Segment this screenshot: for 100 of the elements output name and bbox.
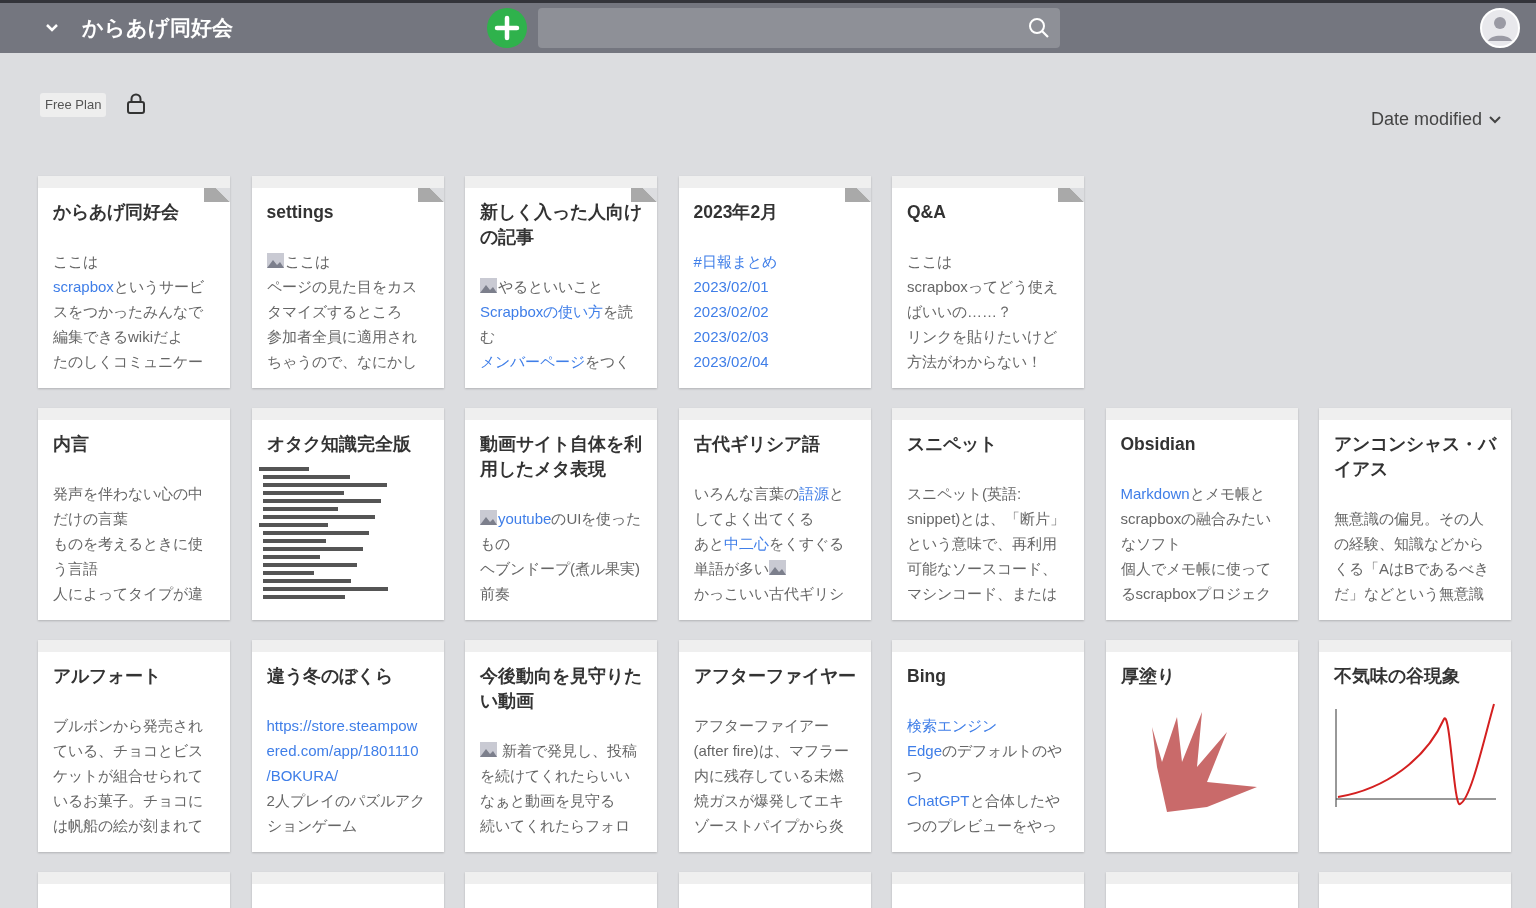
- page-card[interactable]: アンコンシャス・バイアス 無意識の偏見。その人 の経験、知識などから くる「AはBであるべき だ」などという無意識: [1319, 408, 1511, 620]
- preview-text: という意味で、再利用: [907, 535, 1057, 552]
- page-link[interactable]: /BOKURA/: [266, 767, 339, 784]
- preview-text: は帆船の絵が刻まれて: [53, 817, 203, 834]
- page-card[interactable]: 2023年2月 #日報まとめ 2023/02/01 2023/02/02 2023/02/03 2023/02/04: [678, 176, 871, 388]
- preview-text: の経験、知識などから: [1334, 535, 1484, 552]
- page-card[interactable]: オタク知識完全版: [251, 408, 444, 620]
- preview-text: たのしくコミュニケー: [53, 353, 203, 370]
- page-link[interactable]: ChatGPT: [907, 792, 970, 809]
- page-card[interactable]: 内言 発声を伴わない心の中 だけの言葉 ものを考えるときに使 う言語 人によってタイプが違: [38, 408, 230, 620]
- preview-text: 無意識の偏見。その人: [1334, 510, 1484, 527]
- page-card[interactable]: アフターファイヤー アフターファイアー (after fire)は、マフラー 内に残存している未燃 焼ガスが爆発してエキ ゾーストパイプから炎: [678, 640, 871, 852]
- page-link[interactable]: Edge: [907, 742, 943, 759]
- preview-text: ここは: [284, 253, 330, 270]
- new-page-button[interactable]: [487, 8, 527, 48]
- page-link[interactable]: メンバーページ: [480, 353, 585, 370]
- preview-text: スニペット(英語:: [907, 485, 1022, 502]
- preview-text: ヘブンドープ(煮ル果実): [480, 560, 640, 577]
- thumbnail-image: [266, 253, 284, 268]
- card-title: Q&A: [907, 201, 947, 224]
- page-card[interactable]: 動画サイト自体を利用したメタ表現 youtubeのUIを使った もの ヘブンドープ(煮ル果実) 前奏: [465, 408, 657, 620]
- user-avatar[interactable]: [1480, 8, 1520, 48]
- page-card[interactable]: Bing 検索エンジン Edgeのデフォルトのや つ ChatGPTと合体したや つのプレビューをやっ: [892, 640, 1084, 852]
- preview-text: ばいいの……？: [907, 303, 1012, 320]
- card-title: からあげ同好会: [53, 201, 180, 224]
- page-link[interactable]: 検索エンジン: [907, 717, 997, 734]
- preview-text: snippet)とは、「断片」: [907, 510, 1066, 527]
- preview-text: だけの言葉: [53, 510, 128, 527]
- card-title: 2023年2月: [693, 201, 780, 224]
- page-card[interactable]: 違う冬のぼくら https://store.steampow ered.com/app/1801110 /BOKURA/ 2人プレイのパズルアク ションゲーム: [251, 640, 444, 852]
- page-card[interactable]: 厚塗り: [1105, 640, 1298, 852]
- page-link[interactable]: 2023/02/01: [693, 278, 769, 295]
- page-card[interactable]: 不気味の谷現象: [1319, 640, 1511, 852]
- page-card[interactable]: スニペット スニペット(英語: snippet)とは、「断片」 という意味で、再利用 可能なソースコード、 マシンコード、または: [892, 408, 1084, 620]
- preview-text: してよく出てくる: [693, 510, 814, 527]
- page-link[interactable]: youtube: [498, 510, 552, 527]
- preview-text: のUIを使った: [551, 510, 642, 527]
- card-title: Bing: [907, 665, 947, 688]
- thumbnail-image: [480, 742, 497, 757]
- page-card[interactable]: アルフォート ブルボンから発売され ている、チョコとビス ケットが組合せられて いるお菓子。チョコに は帆船の絵が刻まれて: [38, 640, 230, 852]
- preview-text: scrapboxってどう使え: [907, 278, 1058, 295]
- preview-text: いろんな言葉の: [693, 485, 799, 502]
- card-title: スニペット: [907, 433, 998, 456]
- preview-text: 方法がわからない！: [907, 353, 1042, 370]
- card-title: 内言: [53, 433, 90, 456]
- preview-text: ブルボンから発売され: [53, 717, 203, 734]
- preview-text: つのプレビューをやっ: [907, 817, 1057, 834]
- card-title: settings: [266, 201, 335, 224]
- page-link[interactable]: Scrapboxの使い方: [480, 303, 604, 320]
- page-card[interactable]: Obsidian Markdownとメモ帳と scrapboxの融合みたい なソフト 個人でメモ帳に使って るscrapboxプロジェク: [1105, 408, 1298, 620]
- thumbnail-image: [480, 278, 497, 293]
- preview-text: るscrapboxプロジェク: [1120, 585, 1272, 602]
- preview-text: ページの見た目をカス: [266, 278, 417, 295]
- preview-text: 参加者全員に適用され: [266, 328, 417, 345]
- sort-dropdown[interactable]: Date modified: [1370, 106, 1502, 133]
- preview-text: ここは: [907, 253, 952, 270]
- search-icon[interactable]: [1028, 17, 1050, 39]
- card-title: アンコンシャス・バイアス: [1334, 433, 1496, 481]
- preview-text: 新着で発見し、投稿: [501, 742, 638, 759]
- preview-text: ている、チョコとビス: [53, 742, 203, 759]
- preview-text: と合体したや: [969, 792, 1060, 809]
- preview-text: のデフォルトのや: [942, 742, 1063, 759]
- thumbnail-image: [480, 510, 497, 525]
- page-card[interactable]: からあげ同好会 ここは scrapboxというサービ スをつかったみんなで 編集できるwikiだよ たのしくコミュニケー: [38, 176, 230, 388]
- page-card[interactable]: settings ここは ページの見た目をカス タマイズするところ 参加者全員に適用され ちゃうので、なにかし: [251, 176, 444, 388]
- card-title: アルフォート: [53, 665, 162, 688]
- page-link[interactable]: 2023/02/03: [693, 328, 769, 345]
- card-title: 厚塗り: [1120, 665, 1176, 688]
- page-link[interactable]: scrapbox: [53, 278, 114, 295]
- project-title[interactable]: からあげ同好会: [82, 12, 487, 44]
- preview-text: つ: [907, 767, 922, 784]
- preview-text: 発声を伴わない心の中: [53, 485, 203, 502]
- page-link[interactable]: ered.com/app/1801110: [266, 742, 419, 759]
- preview-text: 焼ガスが爆発してエキ: [693, 792, 844, 809]
- preview-text: スをつかったみんなで: [53, 303, 203, 320]
- page-link[interactable]: 中二心: [723, 535, 769, 552]
- card-title: 動画サイト自体を利用したメタ表現: [480, 433, 642, 481]
- preview-text: タマイズするところ: [266, 303, 402, 320]
- card-title: オタク知識完全版: [266, 433, 412, 456]
- page-link[interactable]: Markdown: [1120, 485, 1190, 502]
- page-link[interactable]: 2023/02/04: [693, 353, 769, 370]
- search-field[interactable]: [538, 8, 1060, 48]
- page-card[interactable]: Q&A ここは scrapboxってどう使え ばいいの……？ リンクを貼りたいけど 方法がわからない！: [892, 176, 1084, 388]
- preview-text: というサービ: [113, 278, 204, 295]
- preview-text: 前奏: [480, 585, 510, 602]
- preview-text: なソフト: [1120, 535, 1181, 552]
- card-title: 不気味の谷現象: [1334, 665, 1461, 688]
- page-card[interactable]: 今後動向を見守りたい動画 新着で発見し、投稿 を続けてくれたらいい なぁと動画を見守る 続いてくれたらフォロ: [465, 640, 657, 852]
- page-link[interactable]: https://store.steampow: [266, 717, 418, 734]
- page-link[interactable]: 語源: [798, 485, 829, 502]
- preview-text: ションゲーム: [266, 817, 357, 834]
- preview-text: 2人プレイのパズルアク: [266, 792, 425, 809]
- preview-text: やるといいこと: [498, 278, 603, 295]
- page-link[interactable]: 2023/02/02: [693, 303, 769, 320]
- preview-text: くる「AはBであるべき: [1334, 560, 1489, 577]
- preview-text: なぁと動画を見守る: [480, 792, 615, 809]
- page-link[interactable]: #日報まとめ: [693, 253, 777, 270]
- page-card[interactable]: 新しく入った人向けの記事 やるといいこと Scrapboxの使い方を読 む メンバーページをつく: [465, 176, 657, 388]
- page-card[interactable]: 古代ギリシア語 いろんな言葉の語源と してよく出てくる あと中二心をくすぐる 単語が多い かっこいい古代ギリシ: [678, 408, 871, 620]
- preview-text: 個人でメモ帳に使って: [1120, 560, 1271, 577]
